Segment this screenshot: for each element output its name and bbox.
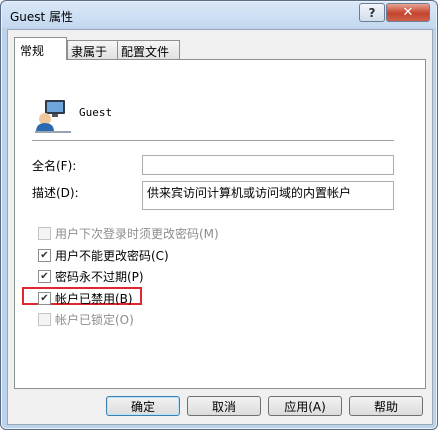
checkbox-label: 用户不能更改密码(C): [55, 249, 169, 263]
question-icon: ?: [368, 5, 376, 20]
button-label: 确定: [130, 399, 155, 414]
description-value: 供来宾访问计算机或访问域的内置帐户: [147, 186, 352, 200]
must-change-password-checkbox[interactable]: 用户下次登录时须更改密码(M): [38, 225, 219, 242]
checkmark-icon: ✔: [38, 292, 51, 305]
checkbox-label: 密码永不过期(P): [55, 270, 144, 284]
general-panel: Guest 全名(F): 描述(D): 供来宾访问计算机或访问域的内置帐户 用户…: [14, 59, 426, 389]
window-title: Guest 属性: [10, 10, 74, 24]
tab-label: 隶属于: [71, 45, 108, 59]
cancel-button[interactable]: 取消: [187, 396, 261, 416]
checkbox-label: 帐户已锁定(O): [55, 313, 134, 327]
tab-member-of[interactable]: 隶属于: [67, 40, 118, 59]
help-button[interactable]: 帮助: [349, 396, 423, 416]
title-bar[interactable]: Guest 属性 ? ✕: [2, 2, 436, 28]
title-help-button[interactable]: ?: [359, 3, 385, 22]
fullname-field[interactable]: [142, 155, 394, 175]
button-label: 取消: [211, 399, 236, 414]
button-label: 帮助: [373, 399, 398, 414]
button-label: 应用(A): [284, 399, 326, 414]
tab-general[interactable]: 常规: [14, 37, 67, 60]
description-field[interactable]: 供来宾访问计算机或访问域的内置帐户: [142, 181, 394, 210]
tab-label: 配置文件: [121, 45, 170, 59]
account-disabled-checkbox[interactable]: ✔ 帐户已禁用(B): [38, 290, 133, 307]
checkmark-icon: ✔: [38, 270, 51, 283]
apply-button[interactable]: 应用(A): [268, 396, 342, 416]
checkbox-label: 帐户已禁用(B): [55, 292, 133, 306]
user-name: Guest: [79, 106, 113, 119]
description-label: 描述(D):: [32, 186, 79, 200]
user-account-icon: [35, 100, 71, 133]
fullname-label: 全名(F):: [32, 159, 77, 173]
password-never-expires-checkbox[interactable]: ✔ 密码永不过期(P): [38, 268, 144, 285]
account-locked-checkbox[interactable]: 帐户已锁定(O): [38, 311, 134, 328]
ok-button[interactable]: 确定: [106, 396, 180, 416]
checkbox-box: [38, 313, 51, 326]
cannot-change-password-checkbox[interactable]: ✔ 用户不能更改密码(C): [38, 247, 169, 264]
dialog-client: 常规 隶属于 配置文件 Guest 全名(F): 描述(D): 供来宾访问计算机…: [7, 29, 433, 425]
properties-dialog: Guest 属性 ? ✕ 常规 隶属于 配置文件 Guest 全名(F): 描述…: [0, 0, 438, 430]
checkbox-box: [38, 227, 51, 240]
checkmark-icon: ✔: [38, 249, 51, 262]
close-icon: ✕: [402, 5, 414, 20]
separator: [32, 140, 394, 141]
tab-profile[interactable]: 配置文件: [117, 40, 180, 59]
tab-label: 常规: [20, 44, 45, 58]
checkbox-label: 用户下次登录时须更改密码(M): [55, 227, 219, 241]
close-button[interactable]: ✕: [386, 3, 430, 22]
